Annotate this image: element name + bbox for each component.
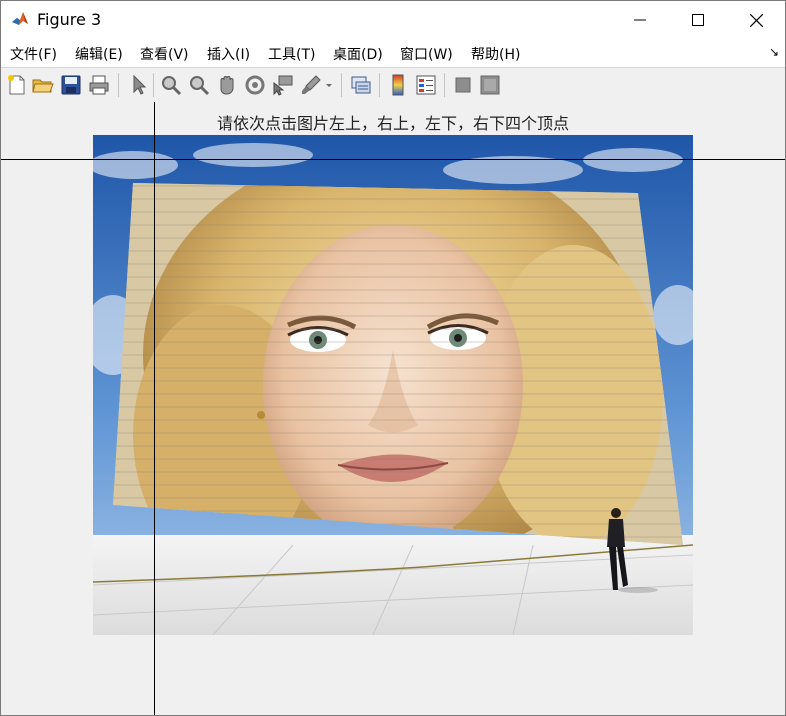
menu-bar: 文件(F) 编辑(E) 查看(V) 插入(I) 工具(T) 桌面(D) 窗口(W… bbox=[1, 39, 785, 67]
image-scene bbox=[93, 135, 693, 635]
open-file-button[interactable] bbox=[31, 73, 55, 97]
toolbar-separator bbox=[379, 73, 380, 97]
new-figure-icon bbox=[8, 75, 25, 95]
menu-desktop[interactable]: 桌面(D) bbox=[333, 44, 383, 64]
title-bar[interactable]: Figure 3 bbox=[1, 1, 785, 39]
zoom-in-button[interactable] bbox=[159, 73, 183, 97]
insert-colorbar-icon bbox=[392, 74, 404, 96]
brush-icon bbox=[302, 75, 321, 94]
print-icon bbox=[89, 75, 109, 95]
save-button[interactable] bbox=[59, 73, 83, 97]
zoom-out-icon bbox=[190, 76, 210, 96]
data-cursor-icon bbox=[273, 75, 293, 96]
menu-window[interactable]: 窗口(W) bbox=[400, 44, 453, 64]
pan-button[interactable] bbox=[215, 73, 239, 97]
show-plot-tools-icon bbox=[480, 75, 500, 95]
pan-icon bbox=[220, 76, 234, 95]
window-title: Figure 3 bbox=[37, 10, 102, 29]
rotate-3d-button[interactable] bbox=[243, 73, 267, 97]
close-button[interactable] bbox=[727, 1, 785, 39]
minimize-icon bbox=[634, 19, 646, 21]
menu-view[interactable]: 查看(V) bbox=[140, 44, 189, 64]
insert-colorbar-button[interactable] bbox=[386, 73, 410, 97]
zoom-in-icon bbox=[162, 76, 182, 96]
brush-dropdown-button[interactable] bbox=[323, 73, 335, 97]
menu-file[interactable]: 文件(F) bbox=[10, 44, 57, 64]
hide-plot-tools-button[interactable] bbox=[451, 73, 475, 97]
toolbar-separator bbox=[153, 73, 154, 97]
matlab-logo-icon bbox=[10, 9, 30, 29]
brush-button[interactable] bbox=[299, 73, 323, 97]
print-button[interactable] bbox=[87, 73, 111, 97]
menu-tools[interactable]: 工具(T) bbox=[268, 44, 315, 64]
new-figure-button[interactable] bbox=[5, 73, 29, 97]
chevron-down-icon bbox=[326, 84, 332, 87]
portrait-billboard bbox=[113, 183, 683, 545]
minimize-button[interactable] bbox=[611, 1, 669, 39]
maximize-button[interactable] bbox=[669, 1, 727, 39]
menu-help[interactable]: 帮助(H) bbox=[471, 44, 520, 64]
edit-plot-button[interactable] bbox=[126, 73, 150, 97]
maximize-icon bbox=[692, 14, 704, 26]
data-cursor-button[interactable] bbox=[271, 73, 295, 97]
link-plot-icon bbox=[351, 76, 371, 94]
figure-window: Figure 3 文件(F) 编辑(E) 查看(V) 插入(I) 工具(T) 桌… bbox=[0, 0, 786, 716]
zoom-out-button[interactable] bbox=[187, 73, 211, 97]
displayed-image[interactable] bbox=[93, 135, 693, 635]
insert-legend-icon bbox=[416, 75, 436, 95]
hide-plot-tools-icon bbox=[455, 77, 471, 93]
toolbar-separator bbox=[444, 73, 445, 97]
insert-legend-button[interactable] bbox=[414, 73, 438, 97]
link-plot-button[interactable] bbox=[349, 73, 373, 97]
figure-canvas[interactable]: 请依次点击图片左上，右上，左下，右下四个顶点 bbox=[1, 102, 785, 715]
crosshair-horizontal-line bbox=[1, 159, 785, 160]
show-plot-tools-button[interactable] bbox=[478, 73, 502, 97]
toolbar-separator bbox=[118, 73, 119, 97]
figure-title: 请依次点击图片左上，右上，左下，右下四个顶点 bbox=[216, 114, 569, 133]
figure-toolbar bbox=[1, 67, 785, 103]
menu-insert[interactable]: 插入(I) bbox=[207, 44, 250, 64]
close-icon bbox=[749, 13, 763, 27]
save-icon bbox=[61, 75, 81, 95]
open-file-icon bbox=[32, 79, 54, 93]
menu-edit[interactable]: 编辑(E) bbox=[75, 44, 123, 64]
edit-plot-icon bbox=[133, 74, 147, 95]
toolbar-separator bbox=[341, 73, 342, 97]
rotate-3d-icon bbox=[245, 75, 265, 95]
crosshair-vertical-line bbox=[154, 102, 155, 715]
ground-plaza bbox=[93, 535, 693, 635]
menu-dock-arrow-icon[interactable]: ↘ bbox=[769, 45, 779, 59]
